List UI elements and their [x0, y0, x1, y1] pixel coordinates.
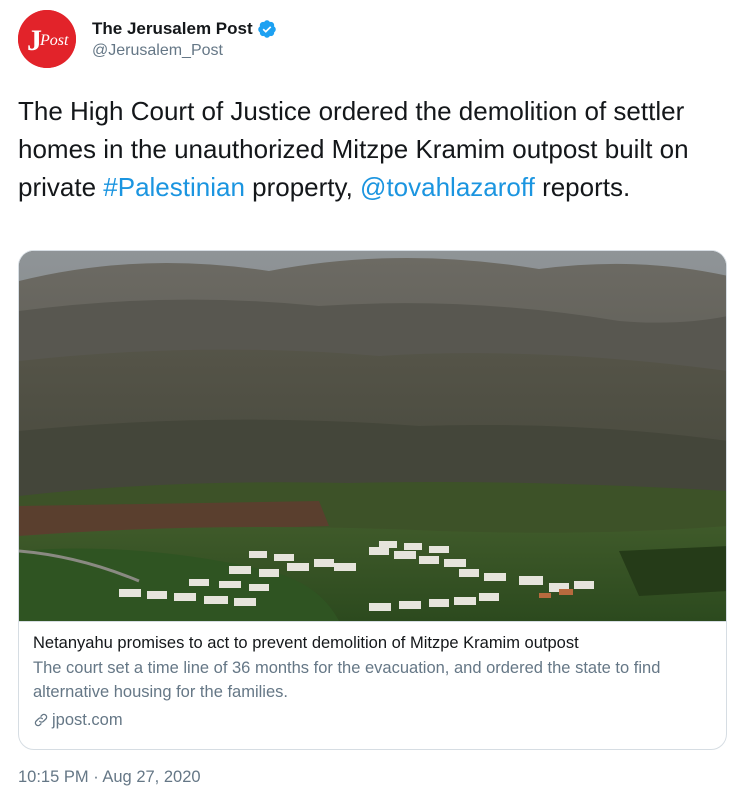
display-name-row: The Jerusalem Post: [92, 18, 277, 40]
card-description: The court set a time line of 36 months f…: [33, 659, 661, 701]
tweet-timestamp[interactable]: 10:15 PM · Aug 27, 2020: [18, 768, 201, 787]
tweet-text-part: property,: [244, 172, 361, 202]
card-image[interactable]: [19, 251, 726, 621]
landscape-photo: [19, 251, 726, 621]
card-title: Netanyahu promises to act to prevent dem…: [33, 634, 579, 652]
hashtag-link[interactable]: #Palestinian: [103, 172, 245, 202]
author-display-name[interactable]: The Jerusalem Post: [92, 19, 253, 39]
mention-link[interactable]: @tovahlazaroff: [360, 172, 535, 202]
author-handle[interactable]: @Jerusalem_Post: [92, 42, 277, 64]
verified-badge-icon: [257, 20, 276, 38]
svg-text:Post: Post: [39, 32, 69, 49]
tweet-text-part: reports.: [534, 172, 631, 202]
card-body[interactable]: Netanyahu promises to act to prevent dem…: [19, 621, 726, 749]
card-domain-row: jpost.com: [33, 708, 714, 732]
tweet-header: J Post The Jerusalem Post @Jerusalem_Pos…: [18, 10, 718, 74]
author-names: The Jerusalem Post @Jerusalem_Post: [92, 18, 277, 64]
author-avatar[interactable]: J Post: [18, 10, 76, 68]
tweet-text: The High Court of Justice ordered the de…: [18, 92, 718, 206]
card-domain: jpost.com: [52, 711, 123, 729]
jpost-logo-icon: J Post: [18, 10, 76, 68]
link-icon: [34, 713, 48, 727]
link-preview-card[interactable]: Netanyahu promises to act to prevent dem…: [18, 250, 727, 750]
